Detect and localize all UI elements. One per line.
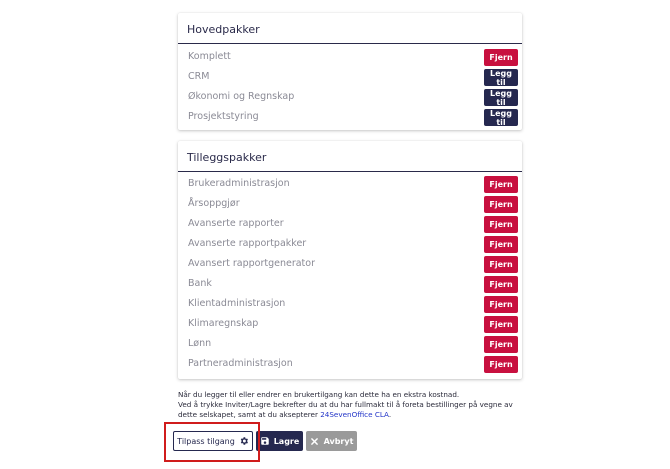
notice-line-3-text: dette selskapet, samt at du aksepterer <box>178 410 321 419</box>
remove-bank-button[interactable]: Fjern <box>484 276 518 293</box>
package-row-avanserte-rapportpakker: Avanserte rapportpakker Fjern <box>187 234 518 254</box>
notice-line-1: Når du legger til eller endrer en bruker… <box>178 390 460 399</box>
package-row-partneradministrasjon: Partneradministrasjon Fjern <box>187 354 518 374</box>
package-row-crm: CRM Legg til <box>187 67 518 87</box>
customize-access-button[interactable]: Tilpass tilgang <box>173 431 253 451</box>
remove-komplett-button[interactable]: Fjern <box>484 49 518 66</box>
remove-partneradministrasjon-button[interactable]: Fjern <box>484 356 518 373</box>
remove-avanserte-rapportpakker-button[interactable]: Fjern <box>484 236 518 253</box>
remove-klientadministrasjon-button[interactable]: Fjern <box>484 296 518 313</box>
add-prosjektstyring-button[interactable]: Legg til <box>484 109 518 127</box>
package-row-brukeradministrasjon: Brukeradministrasjon Fjern <box>187 174 518 194</box>
cost-notice: Når du legger til eller endrer en bruker… <box>178 390 538 420</box>
package-label: Klimaregnskap <box>188 318 259 329</box>
package-row-lonn: Lønn Fjern <box>187 334 518 354</box>
package-label: Komplett <box>188 51 231 62</box>
package-label: Økonomi og Regnskap <box>188 91 295 102</box>
package-row-bank: Bank Fjern <box>187 274 518 294</box>
notice-line-2: Ved å trykke Inviter/Lagre bekrefter du … <box>178 400 513 409</box>
cancel-label: Avbryt <box>323 436 354 446</box>
package-row-arsoppgjor: Årsoppgjør Fjern <box>187 194 518 214</box>
remove-lonn-button[interactable]: Fjern <box>484 336 518 353</box>
extra-packages-list: Brukeradministrasjon Fjern Årsoppgjør Fj… <box>178 172 522 374</box>
package-label: Klientadministrasjon <box>188 298 286 309</box>
package-label: Årsoppgjør <box>188 198 240 209</box>
save-label: Lagre <box>273 436 300 446</box>
floppy-disk-icon <box>260 436 270 446</box>
remove-arsoppgjor-button[interactable]: Fjern <box>484 196 518 213</box>
package-label: Prosjektstyring <box>188 111 259 122</box>
notice-line-3-end: . <box>388 410 392 419</box>
package-label: Avanserte rapporter <box>188 218 284 229</box>
package-label: Partneradministrasjon <box>188 358 293 369</box>
package-label: Lønn <box>188 338 212 349</box>
package-row-prosjektstyring: Prosjektstyring Legg til <box>187 107 518 127</box>
package-row-klimaregnskap: Klimaregnskap Fjern <box>187 314 518 334</box>
main-packages-card: Hovedpakker Komplett Fjern CRM Legg til … <box>178 13 522 130</box>
main-packages-list: Komplett Fjern CRM Legg til Økonomi og R… <box>178 44 522 127</box>
extra-packages-title: Tilleggspakker <box>187 151 267 164</box>
customize-access-label: Tilpass tilgang <box>177 436 235 446</box>
main-packages-title: Hovedpakker <box>187 23 260 36</box>
package-label: Brukeradministrasjon <box>188 178 290 189</box>
package-row-komplett: Komplett Fjern <box>187 47 518 67</box>
close-icon <box>310 436 320 446</box>
gear-icon <box>239 436 249 446</box>
remove-avanserte-rapporter-button[interactable]: Fjern <box>484 216 518 233</box>
extra-packages-card: Tilleggspakker Brukeradministrasjon Fjer… <box>178 141 522 379</box>
package-label: CRM <box>188 71 210 82</box>
add-okonomi-button[interactable]: Legg til <box>484 89 518 107</box>
remove-klimaregnskap-button[interactable]: Fjern <box>484 316 518 333</box>
package-label: Bank <box>188 278 212 289</box>
package-row-avanserte-rapporter: Avanserte rapporter Fjern <box>187 214 518 234</box>
package-row-avansert-rapportgenerator: Avansert rapportgenerator Fjern <box>187 254 518 274</box>
package-row-klientadministrasjon: Klientadministrasjon Fjern <box>187 294 518 314</box>
notice-line-3: dette selskapet, samt at du aksepterer 2… <box>178 410 538 420</box>
package-label: Avansert rapportgenerator <box>188 258 315 269</box>
cla-link[interactable]: 24SevenOffice CLA <box>320 410 389 419</box>
extra-packages-header: Tilleggspakker <box>178 141 522 172</box>
cancel-button[interactable]: Avbryt <box>306 431 357 451</box>
package-row-okonomi: Økonomi og Regnskap Legg til <box>187 87 518 107</box>
save-button[interactable]: Lagre <box>256 431 303 451</box>
remove-avansert-rapportgenerator-button[interactable]: Fjern <box>484 256 518 273</box>
add-crm-button[interactable]: Legg til <box>484 69 518 87</box>
main-packages-header: Hovedpakker <box>178 13 522 44</box>
package-label: Avanserte rapportpakker <box>188 238 307 249</box>
remove-brukeradministrasjon-button[interactable]: Fjern <box>484 176 518 193</box>
